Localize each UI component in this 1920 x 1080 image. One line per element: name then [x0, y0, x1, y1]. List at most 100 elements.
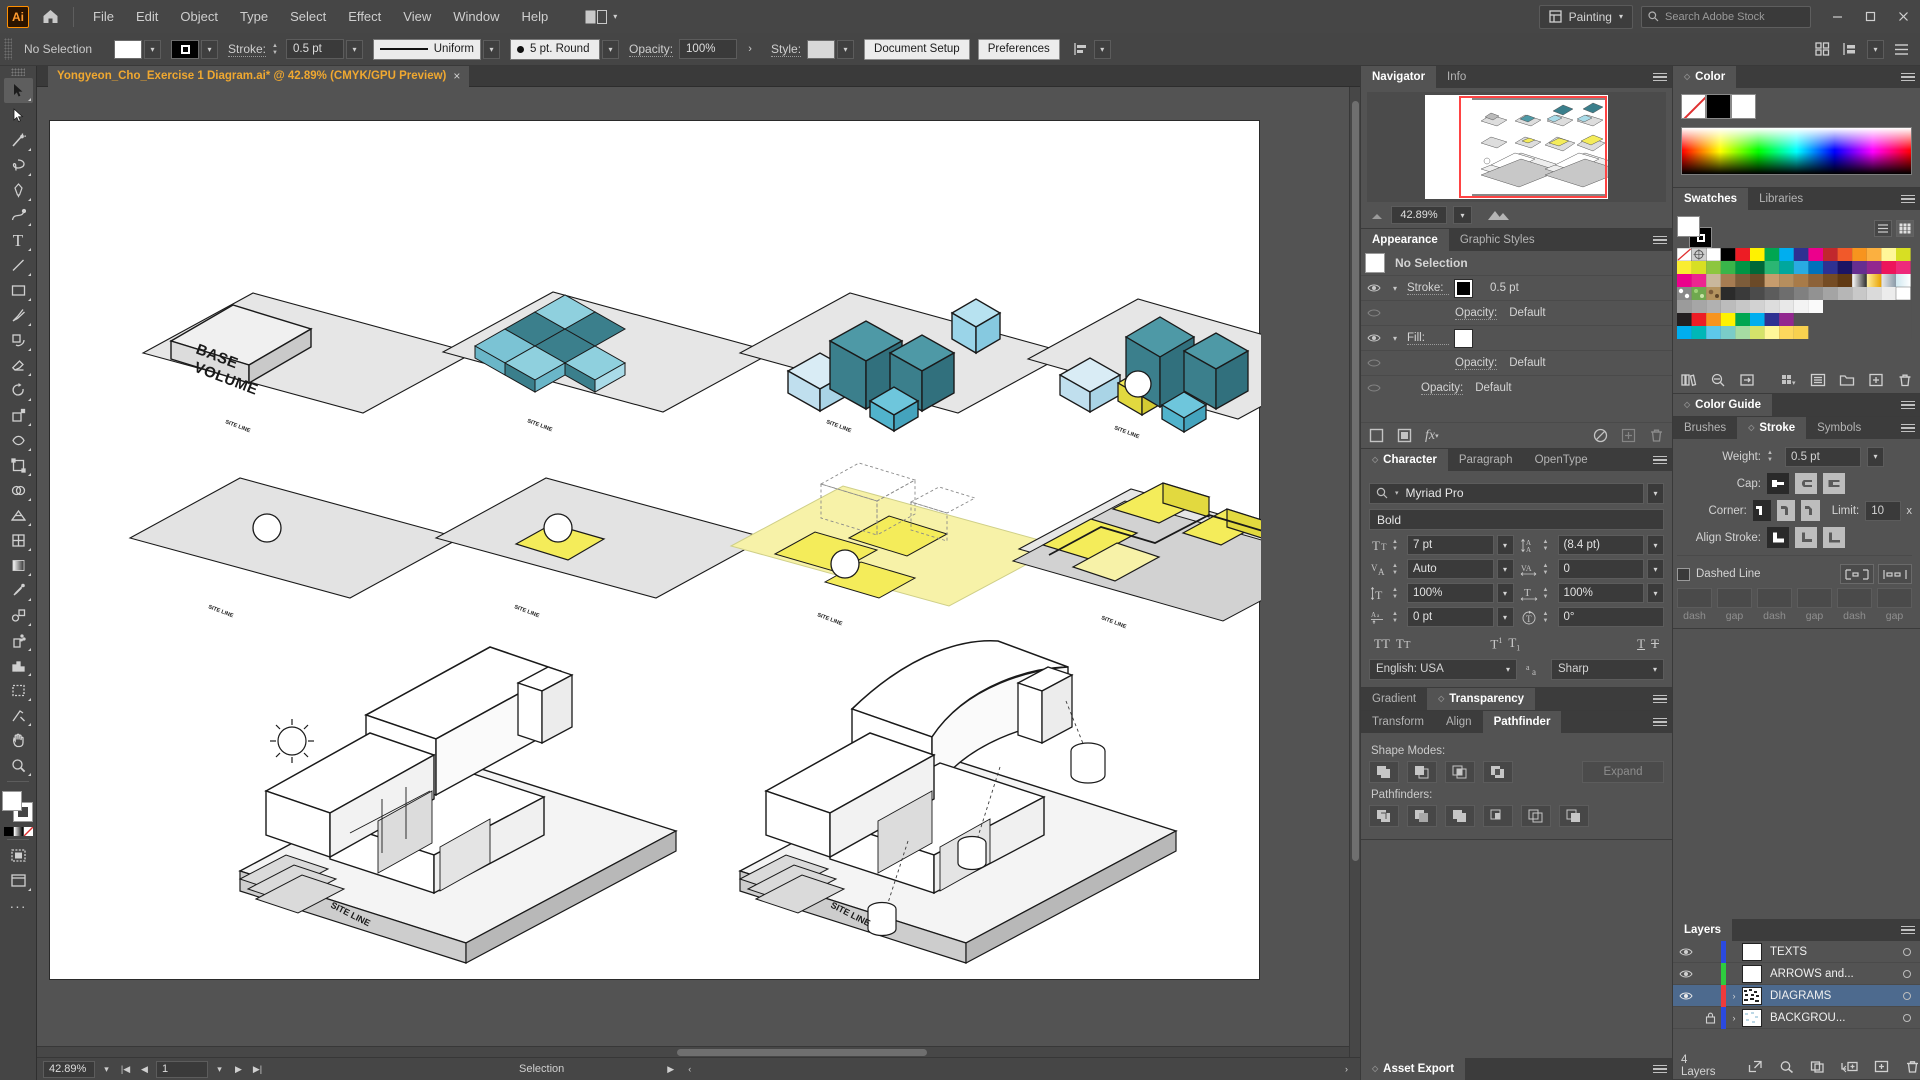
kerning-stepper[interactable]: ▲ ▼: [1392, 563, 1404, 576]
rotate-tool[interactable]: [4, 378, 33, 403]
opacity-label[interactable]: Opacity:: [1421, 382, 1464, 395]
new-color-group-icon[interactable]: [1839, 373, 1855, 387]
fill-control[interactable]: ▾: [114, 39, 161, 59]
gap-field-2[interactable]: gap: [1797, 588, 1832, 622]
search-input[interactable]: Search Adobe Stock: [1641, 5, 1811, 28]
black-color-swatch[interactable]: [1706, 94, 1731, 119]
align-inside-button[interactable]: [1795, 527, 1817, 548]
control-bar-grip[interactable]: [4, 38, 12, 60]
slice-tool[interactable]: [4, 703, 33, 728]
free-transform-tool[interactable]: [4, 453, 33, 478]
list-view-icon[interactable]: [1874, 220, 1892, 237]
target-indicator[interactable]: [1894, 969, 1920, 978]
document-tab[interactable]: Yongyeon_Cho_Exercise 1 Diagram.ai* @ 42…: [48, 65, 470, 87]
font-size-stepper[interactable]: ▲ ▼: [1392, 539, 1404, 552]
superscript-icon[interactable]: T1: [1487, 636, 1505, 652]
align-control[interactable]: ▾: [1070, 38, 1111, 60]
minus-back-icon[interactable]: [1559, 805, 1589, 827]
font-size-control[interactable]: TT ▲ ▼ 7 pt ▾: [1369, 535, 1514, 555]
menu-type[interactable]: Type: [229, 0, 279, 33]
language-select[interactable]: English: USA ▾: [1369, 658, 1517, 680]
vertical-scale-stepper[interactable]: ▲ ▼: [1392, 587, 1404, 600]
symbol-sprayer-tool[interactable]: [4, 628, 33, 653]
outline-icon[interactable]: [1521, 805, 1551, 827]
font-family-dropdown[interactable]: ▾: [1647, 482, 1664, 504]
limit-value[interactable]: 10: [1865, 500, 1901, 521]
visibility-eye-icon[interactable]: [1365, 283, 1383, 293]
layer-row-background[interactable]: › BACKGROU...: [1673, 1006, 1920, 1029]
visibility-eye-icon[interactable]: [1673, 991, 1699, 1001]
tab-stroke[interactable]: ◇ Stroke: [1737, 417, 1807, 439]
gradient-tool[interactable]: [4, 553, 33, 578]
delete-swatch-icon[interactable]: [1897, 373, 1913, 387]
stroke-weight-value[interactable]: 0.5 pt: [286, 39, 345, 59]
stroke-profile-control[interactable]: Uniform ▾: [373, 38, 501, 60]
kerning-value[interactable]: Auto: [1407, 559, 1494, 579]
color-group-icon[interactable]: ▾: [1781, 373, 1797, 387]
tab-pathfinder[interactable]: Pathfinder: [1482, 711, 1562, 733]
opacity-label[interactable]: Opacity:: [629, 42, 674, 57]
stroke-weight-value[interactable]: 0.5 pt: [1490, 282, 1519, 294]
menu-effect[interactable]: Effect: [337, 0, 392, 33]
kerning-dropdown[interactable]: ▾: [1496, 559, 1514, 579]
more-tools-button[interactable]: ···: [4, 893, 33, 918]
artboard[interactable]: BASE VOLUME SITE LINE SITE LINE SITE LIN…: [49, 120, 1261, 980]
butt-cap-button[interactable]: [1767, 473, 1789, 494]
eraser-tool[interactable]: [4, 353, 33, 378]
fill-dropdown-arrow[interactable]: ▾: [144, 39, 161, 59]
add-new-stroke-icon[interactable]: [1369, 428, 1384, 443]
opacity-expand-icon[interactable]: ›: [739, 38, 761, 60]
font-family-input[interactable]: ▾ Myriad Pro: [1369, 482, 1644, 504]
distribute-dropdown[interactable]: ▾: [1867, 39, 1884, 59]
kerning-control[interactable]: VA ▲ ▼ Auto ▾: [1369, 559, 1514, 579]
dash-field-3[interactable]: dash: [1837, 588, 1872, 622]
color-guide-panel-menu-icon[interactable]: [1901, 398, 1915, 412]
eyedropper-tool[interactable]: [4, 578, 33, 603]
visibility-eye-icon[interactable]: [1365, 308, 1383, 318]
navigator-panel-menu-icon[interactable]: [1653, 70, 1667, 84]
preferences-button[interactable]: Preferences: [977, 38, 1060, 60]
menu-window[interactable]: Window: [442, 0, 510, 33]
new-swatch-icon[interactable]: [1868, 373, 1884, 387]
intersect-icon[interactable]: [1445, 761, 1475, 783]
arrange-documents-button[interactable]: ▾: [577, 5, 625, 29]
appearance-stroke-row[interactable]: ▾ Stroke: 0.5 pt: [1361, 275, 1672, 300]
tracking-stepper[interactable]: ▲ ▼: [1543, 563, 1555, 576]
stroke-profile-value[interactable]: Uniform: [373, 38, 482, 60]
fill-swatch[interactable]: [114, 39, 142, 59]
tab-navigator[interactable]: Navigator: [1361, 66, 1437, 88]
tab-paragraph[interactable]: Paragraph: [1448, 449, 1524, 471]
delete-selection-icon[interactable]: [1905, 1060, 1920, 1073]
stroke-label[interactable]: Stroke:: [1407, 282, 1449, 295]
toolbar-fill-swatch[interactable]: [2, 791, 22, 811]
menu-file[interactable]: File: [82, 0, 125, 33]
fill-label[interactable]: Fill:: [1407, 332, 1449, 345]
font-style-input[interactable]: Bold: [1369, 509, 1664, 530]
align-dropdown[interactable]: ▾: [1093, 39, 1111, 59]
status-right-arrow[interactable]: ›: [1339, 1061, 1354, 1078]
baseline-shift-value[interactable]: 0 pt: [1407, 607, 1494, 627]
visibility-eye-icon[interactable]: [1365, 358, 1383, 368]
status-menu-icon[interactable]: ▶: [663, 1061, 678, 1078]
canvas-area[interactable]: BASE VOLUME SITE LINE SITE LINE SITE LIN…: [37, 87, 1360, 1057]
navigator-thumbnail[interactable]: [1367, 92, 1666, 202]
curvature-tool[interactable]: [4, 203, 33, 228]
graphic-style-dropdown[interactable]: ▾: [837, 39, 855, 59]
layer-name[interactable]: DIAGRAMS: [1770, 990, 1894, 1002]
zoom-tool[interactable]: [4, 753, 33, 778]
stroke-swatch[interactable]: [171, 39, 199, 59]
layer-row-arrows[interactable]: ARROWS and...: [1673, 962, 1920, 985]
menu-object[interactable]: Object: [169, 0, 229, 33]
target-indicator[interactable]: [1894, 947, 1920, 956]
preserve-dash-button[interactable]: [1840, 564, 1874, 584]
visibility-eye-icon[interactable]: [1673, 969, 1699, 979]
stroke-weight-dropdown[interactable]: ▾: [346, 39, 364, 59]
add-new-fill-icon[interactable]: [1397, 428, 1412, 443]
restore-button[interactable]: [1854, 0, 1887, 33]
all-caps-icon[interactable]: TT: [1371, 636, 1393, 652]
gap-field-3[interactable]: gap: [1877, 588, 1912, 622]
weight-value[interactable]: 0.5 pt: [1785, 446, 1861, 467]
scale-tool[interactable]: [4, 403, 33, 428]
hamburger-icon[interactable]: [1890, 38, 1912, 60]
tab-opentype[interactable]: OpenType: [1524, 449, 1599, 471]
